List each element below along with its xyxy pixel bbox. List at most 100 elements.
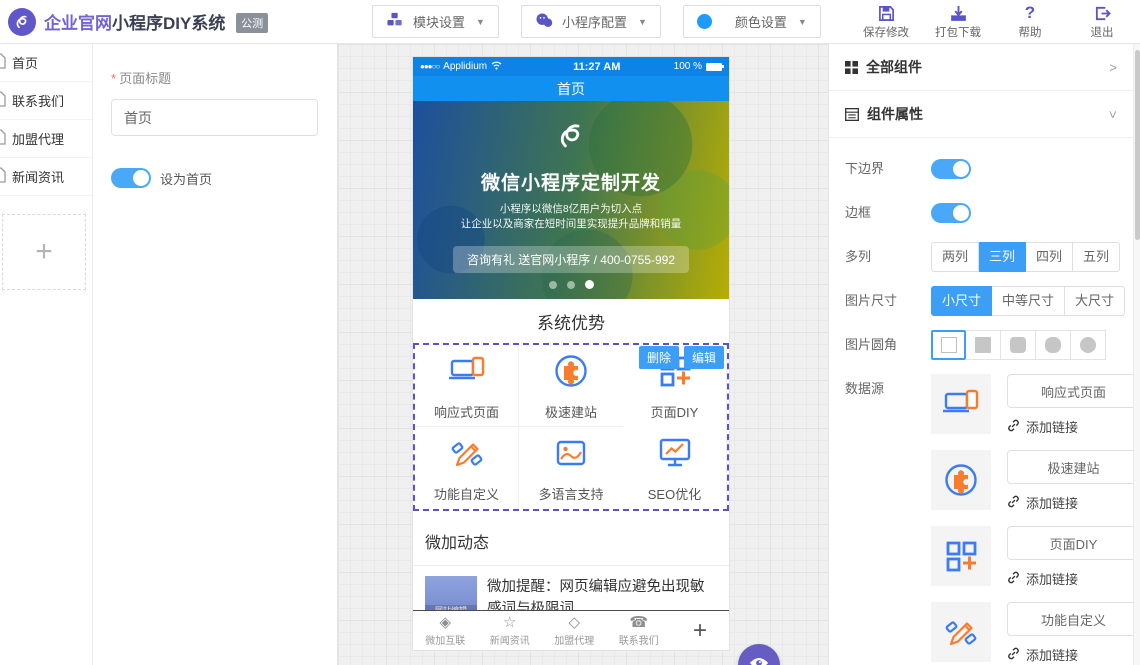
hero-banner[interactable]: 微信小程序定制开发 小程序以微信8亿用户为切入点 让企业以及商家在短时间里实现提…	[413, 101, 729, 299]
columns-option-3[interactable]: 三列	[979, 242, 1026, 272]
sidebar-item-contact[interactable]: 联系我们	[0, 82, 92, 120]
exit-label: 退出	[1091, 24, 1114, 40]
news-title: 微加提醒：网页编辑应避免出现敏感词与极限词	[487, 576, 717, 610]
components-grid-icon	[845, 61, 858, 74]
preview-eye-button[interactable]	[738, 644, 780, 665]
component-props-header[interactable]: 组件属性 >	[829, 91, 1133, 138]
news-section-title: 微加动态	[413, 511, 729, 566]
edit-component-button[interactable]: 编辑	[684, 346, 724, 369]
radius-option-circle[interactable]	[1071, 330, 1106, 360]
tab-add-button[interactable]: +	[671, 611, 729, 650]
chevron-down-icon: ▼	[798, 17, 807, 27]
tab-contact[interactable]: ☎ 联系我们	[606, 611, 670, 650]
news-thumbnail: 网站编辑	[425, 576, 477, 610]
img-size-large[interactable]: 大尺寸	[1065, 286, 1125, 316]
download-button[interactable]: 打包下载	[932, 3, 984, 40]
add-link-button[interactable]: 添加链接	[1007, 645, 1133, 664]
plus-icon: +	[35, 235, 53, 269]
help-icon: ?	[1025, 3, 1035, 22]
tab-wejia[interactable]: ◈ 微加互联	[413, 611, 477, 650]
grid-item-multilang[interactable]: 多语言支持	[519, 427, 623, 509]
required-asterisk: *	[111, 71, 116, 86]
link-icon	[1007, 495, 1020, 511]
color-settings-label: 颜色设置	[735, 12, 787, 31]
chevron-right-icon: >	[1109, 60, 1117, 75]
img-size-medium[interactable]: 中等尺寸	[992, 286, 1065, 316]
columns-option-2[interactable]: 两列	[931, 242, 979, 272]
datasource-list: 添加链接 添加链接	[931, 374, 1133, 665]
beta-badge: 公测	[236, 13, 268, 33]
exit-icon	[1094, 3, 1111, 22]
help-button[interactable]: ? 帮助	[1004, 3, 1056, 40]
tab-agency[interactable]: ◇ 加盟代理	[542, 611, 606, 650]
columns-label: 多列	[845, 242, 931, 272]
selected-component-grid[interactable]: 删除 编辑 响应式页面 极速建站 页面DIY 功能自定义	[413, 343, 729, 511]
datasource-name-input[interactable]	[1007, 602, 1133, 636]
save-label: 保存修改	[863, 24, 909, 40]
page-scrollbar[interactable]	[1133, 44, 1140, 665]
miniprogram-config-dropdown[interactable]: 小程序配置 ▼	[521, 5, 661, 38]
wejia-icon: ◈	[439, 615, 451, 631]
datasource-name-input[interactable]	[1007, 374, 1133, 408]
border-label: 边框	[845, 198, 931, 228]
phone-nav-title: 首页	[557, 79, 585, 99]
app-header: 企业官网小程序DIY系统 公测 模块设置 ▼ 小程序配置 ▼ 颜色设置 ▼	[0, 0, 1140, 44]
title-accent: 企业官网	[44, 14, 112, 33]
tab-news[interactable]: ☆ 新闻资讯	[477, 611, 541, 650]
battery-icon	[706, 63, 722, 71]
set-home-toggle[interactable]	[111, 168, 151, 188]
custom-func-icon	[447, 433, 487, 478]
responsive-icon	[447, 351, 487, 396]
custom-func-icon	[931, 602, 991, 662]
sidebar-item-news[interactable]: 新闻资讯	[0, 158, 92, 196]
color-settings-dropdown[interactable]: 颜色设置 ▼	[683, 5, 821, 38]
add-link-button[interactable]: 添加链接	[1007, 417, 1133, 436]
scrollbar-thumb[interactable]	[1135, 50, 1140, 240]
pages-sidebar: 首页 联系我们 加盟代理 新闻资讯 +	[0, 44, 93, 665]
radius-option-1[interactable]	[966, 330, 1001, 360]
grid-item-custom-func[interactable]: 功能自定义	[415, 427, 519, 509]
sidebar-item-home[interactable]: 首页	[0, 44, 92, 82]
page-title-label: *页面标题	[111, 68, 317, 87]
datasource-name-input[interactable]	[1007, 526, 1133, 560]
bottom-border-toggle[interactable]	[931, 159, 971, 179]
radius-option-square[interactable]	[931, 330, 966, 360]
module-settings-label: 模块设置	[413, 12, 465, 31]
delete-component-button[interactable]: 删除	[639, 346, 679, 369]
exit-button[interactable]: 退出	[1076, 3, 1128, 40]
list-icon	[845, 108, 859, 121]
carousel-dots[interactable]	[413, 280, 729, 289]
chevron-down-icon: ▼	[638, 17, 647, 27]
download-label: 打包下载	[935, 24, 981, 40]
page-title-input[interactable]	[111, 99, 318, 136]
title-rest: 小程序DIY系统	[112, 14, 225, 33]
phone-icon: ☎	[629, 615, 648, 631]
datasource-name-input[interactable]	[1007, 450, 1133, 484]
img-size-small[interactable]: 小尺寸	[931, 286, 992, 316]
radius-option-3[interactable]	[1036, 330, 1071, 360]
all-components-header[interactable]: 全部组件 >	[829, 44, 1133, 91]
multilang-icon	[551, 433, 591, 478]
add-link-button[interactable]: 添加链接	[1007, 493, 1133, 512]
columns-option-5[interactable]: 五列	[1073, 242, 1120, 272]
page-icon	[0, 53, 6, 72]
sidebar-item-label: 联系我们	[12, 91, 64, 110]
datasource-item: 添加链接	[931, 602, 1133, 664]
grid-item-fast-build[interactable]: 极速建站	[519, 345, 623, 427]
set-home-label: 设为首页	[160, 169, 212, 188]
page-settings-panel: *页面标题 设为首页	[93, 44, 338, 665]
radius-option-2[interactable]	[1001, 330, 1036, 360]
grid-item-seo[interactable]: SEO优化	[623, 427, 727, 509]
border-toggle[interactable]	[931, 203, 971, 223]
news-list-item[interactable]: 网站编辑 微加提醒：网页编辑应避免出现敏感词与极限词	[413, 566, 729, 610]
columns-option-4[interactable]: 四列	[1026, 242, 1073, 272]
save-button[interactable]: 保存修改	[860, 3, 912, 40]
add-page-button[interactable]: +	[2, 214, 86, 290]
sidebar-item-agency[interactable]: 加盟代理	[0, 120, 92, 158]
add-link-button[interactable]: 添加链接	[1007, 569, 1133, 588]
grid-item-responsive[interactable]: 响应式页面	[415, 345, 519, 427]
page-icon	[0, 129, 6, 148]
module-settings-dropdown[interactable]: 模块设置 ▼	[372, 5, 499, 38]
save-icon	[878, 3, 895, 22]
phone-tab-bar: ◈ 微加互联 ☆ 新闻资讯 ◇ 加盟代理 ☎ 联系我们 +	[413, 610, 729, 650]
